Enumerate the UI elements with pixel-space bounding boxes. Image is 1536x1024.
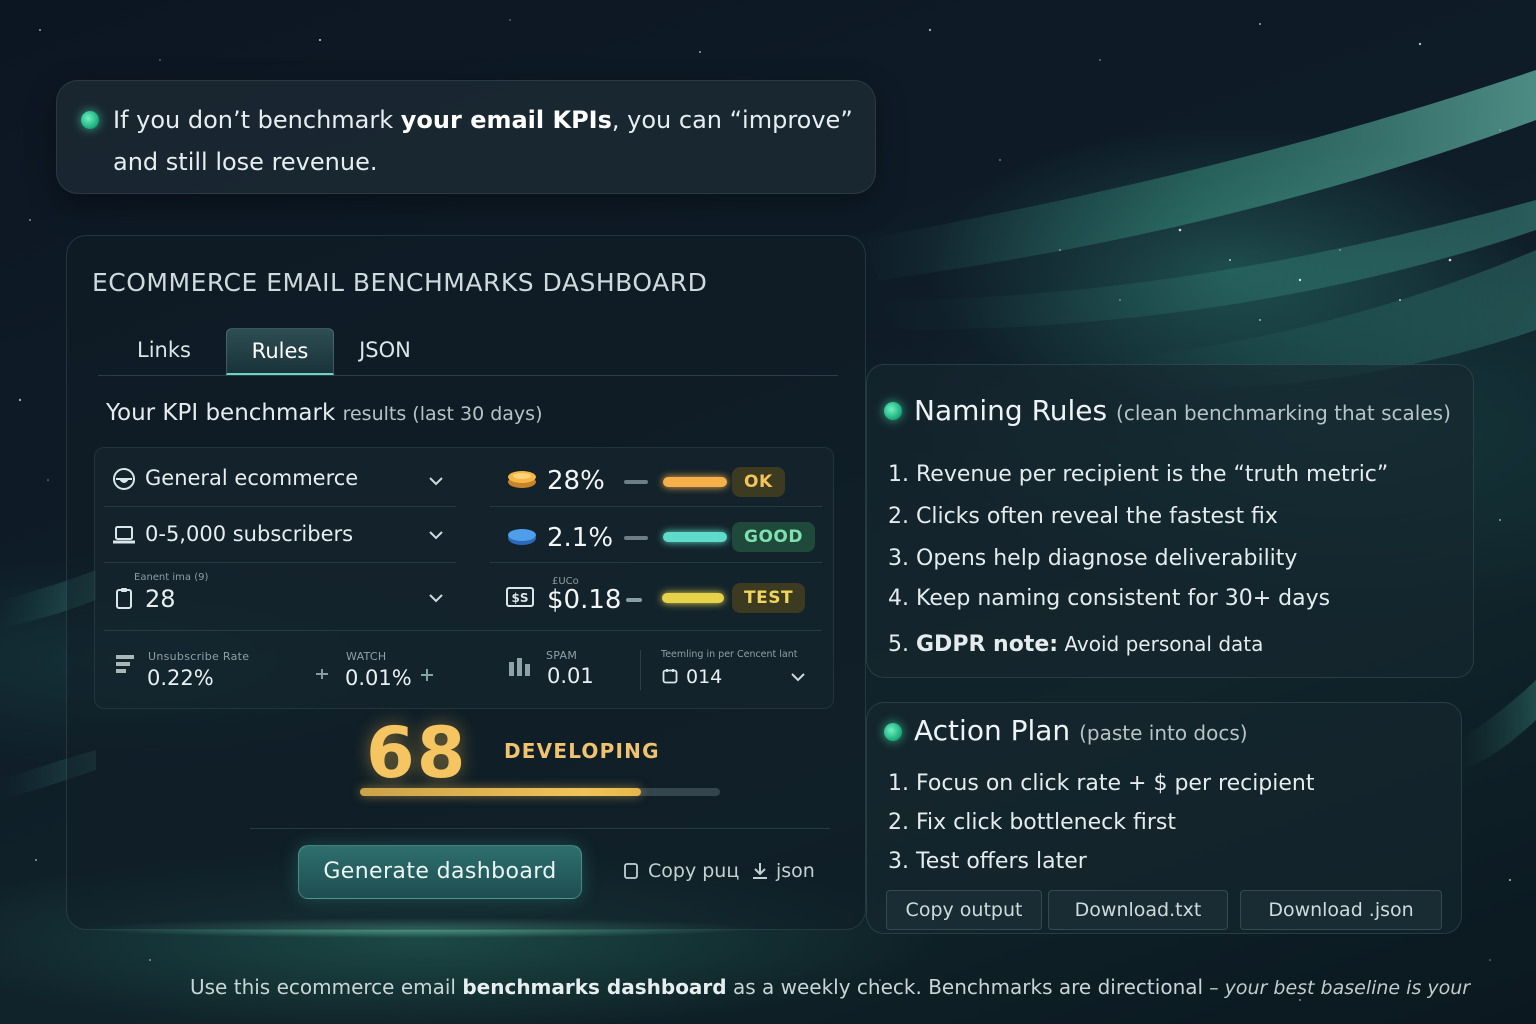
coin-stack-icon bbox=[508, 471, 536, 488]
kpi-value: $0.18 bbox=[547, 585, 622, 615]
kpi-value: 28% bbox=[547, 466, 605, 496]
status-dot-icon bbox=[81, 111, 99, 129]
list-item: 3. Test offers later bbox=[888, 849, 1087, 874]
mini-metric-label: Teemling in per Cencent lant bbox=[661, 649, 798, 660]
status-badge-1: GOOD bbox=[732, 522, 815, 552]
industry-value: General ecommerce bbox=[145, 466, 359, 490]
copy-output-button[interactable]: Copy output bbox=[886, 890, 1042, 930]
dashboard-title: ECOMMERCE EMAIL BENCHMARKS DASHBOARD bbox=[92, 268, 708, 297]
mini-metric-label: SPAM bbox=[546, 649, 578, 662]
chevron-down-icon bbox=[429, 477, 443, 486]
copy-label: Copy puц bbox=[648, 860, 740, 882]
download-icon bbox=[753, 863, 767, 879]
copy-button[interactable]: Copy puц bbox=[620, 858, 740, 886]
divider bbox=[250, 828, 830, 829]
list-item: 4. Keep naming consistent for 30+ days bbox=[888, 586, 1331, 611]
tab-bar: Links Rules JSON bbox=[108, 328, 411, 376]
mini-metric-value: 0.22% bbox=[147, 666, 214, 690]
kpi-connector bbox=[624, 536, 648, 540]
bars-icon bbox=[509, 658, 530, 676]
industry-select[interactable]: General ecommerce bbox=[104, 458, 456, 502]
mini-metric-label: Unsubscribe Rate bbox=[148, 650, 250, 663]
blue-disc-icon bbox=[508, 529, 536, 545]
divider bbox=[104, 630, 822, 631]
mini-metric: Unsubscribe Rate 0.22% bbox=[104, 642, 304, 694]
kpi-connector bbox=[626, 598, 642, 602]
calendar-icon bbox=[662, 669, 678, 684]
emails-tiny-label: Eanent ima (9) bbox=[134, 572, 209, 583]
mini-metric-value: 014 bbox=[686, 666, 723, 688]
chevron-down-icon bbox=[429, 531, 443, 540]
status-dot-icon bbox=[884, 402, 902, 420]
status-badge-0: OK bbox=[732, 467, 785, 497]
list-item: 2. Clicks often reveal the fastest fix bbox=[888, 504, 1278, 529]
gdpr-note: 5. GDPR note: Avoid personal data bbox=[888, 632, 1264, 657]
divider bbox=[640, 650, 641, 690]
list-item: 1. Focus on click rate + $ per recipient bbox=[888, 771, 1315, 796]
intro-callout: If you don’t benchmark your email KPIs, … bbox=[56, 80, 876, 194]
copy-icon bbox=[624, 863, 638, 879]
storefront-icon bbox=[113, 468, 135, 490]
list-item: 2. Fix click bottleneck first bbox=[888, 810, 1176, 835]
kpi-value: 2.1% bbox=[547, 523, 614, 553]
tab-links[interactable]: Links bbox=[108, 328, 220, 375]
status-dot-icon bbox=[884, 723, 902, 741]
laptop-icon bbox=[113, 526, 135, 544]
results-heading: Your KPI benchmark results (last 30 days… bbox=[106, 400, 543, 426]
list-item: 3. Opens help diagnose deliverability bbox=[888, 546, 1298, 571]
kpi-row: 28% OK bbox=[500, 458, 820, 504]
status-badge-2: TEST bbox=[732, 583, 806, 613]
score-progress-fill bbox=[360, 788, 641, 796]
tab-json[interactable]: JSON bbox=[340, 328, 430, 375]
emails-select[interactable]: Eanent ima (9) 28 bbox=[104, 570, 456, 626]
emails-value: 28 bbox=[145, 585, 176, 613]
clipboard-icon bbox=[116, 588, 132, 609]
list-size-value: 0-5,000 subscribers bbox=[145, 522, 354, 546]
mini-metric: WATCH 0.01% bbox=[310, 642, 470, 694]
dollar-card-icon: $S bbox=[506, 587, 534, 607]
action-plan-title: Action Plan (paste into docs) bbox=[914, 714, 1248, 747]
mini-metric-select[interactable]: Teemling in per Cencent lant 014 bbox=[652, 642, 822, 694]
tab-divider bbox=[98, 375, 838, 376]
mini-metric-value: 0.01% bbox=[345, 666, 412, 690]
chevron-down-icon bbox=[429, 594, 443, 603]
small-sparkle-icon bbox=[421, 669, 433, 681]
download-txt-button[interactable]: Download.txt bbox=[1048, 890, 1228, 930]
divider bbox=[490, 506, 822, 507]
divider bbox=[490, 562, 822, 563]
kpi-bar-2 bbox=[662, 593, 724, 603]
callout-text: If you don’t benchmark your email KPIs, … bbox=[113, 106, 853, 176]
footer-note: Use this ecommerce email benchmarks dash… bbox=[190, 975, 1471, 999]
download-json-link[interactable]: json bbox=[748, 858, 828, 886]
kpi-score: 68 bbox=[366, 712, 468, 794]
kpi-row: £UCo $S $0.18 TEST bbox=[500, 570, 820, 626]
divider bbox=[104, 562, 456, 563]
kpi-bar-0 bbox=[663, 477, 727, 487]
list-item: 1. Revenue per recipient is the “truth m… bbox=[888, 462, 1389, 487]
kpi-row: 2.1% GOOD bbox=[500, 514, 820, 560]
list-size-select[interactable]: 0-5,000 subscribers bbox=[104, 514, 456, 558]
small-sparkle-icon bbox=[316, 669, 328, 679]
mini-metric-label: WATCH bbox=[346, 650, 387, 663]
generate-dashboard-button[interactable]: Generate dashboard bbox=[298, 845, 582, 899]
kpi-connector bbox=[624, 480, 648, 484]
kpi-bar-1 bbox=[663, 532, 727, 542]
svg-text:$S: $S bbox=[512, 591, 529, 605]
mini-metric: SPAM 0.01 bbox=[500, 642, 640, 694]
list-icon bbox=[116, 655, 134, 673]
naming-rules-title: Naming Rules (clean benchmarking that sc… bbox=[914, 394, 1451, 427]
divider bbox=[104, 506, 456, 507]
json-label: json bbox=[776, 860, 815, 882]
chevron-down-icon bbox=[791, 673, 805, 682]
mini-metric-value: 0.01 bbox=[547, 664, 594, 688]
download-json-button[interactable]: Download .json bbox=[1240, 890, 1442, 930]
tab-rules[interactable]: Rules bbox=[226, 328, 334, 375]
score-state: DEVELOPING bbox=[504, 739, 660, 763]
